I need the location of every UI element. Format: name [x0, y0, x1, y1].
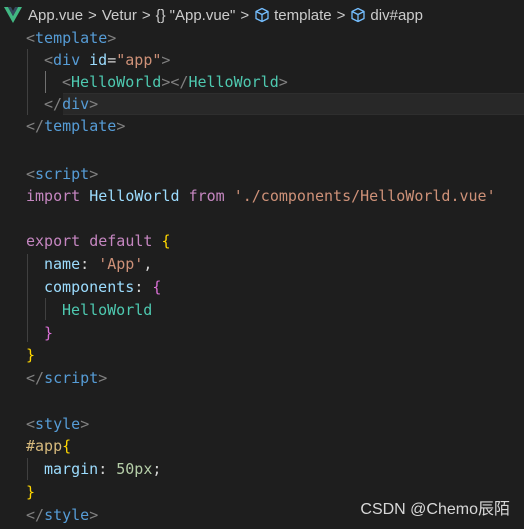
- code-line[interactable]: export default {: [26, 230, 171, 252]
- keyword: export: [26, 232, 81, 250]
- punctuation: :: [98, 460, 117, 478]
- punctuation: ,: [143, 255, 153, 273]
- tag-name: style: [35, 415, 81, 433]
- code-line[interactable]: components: {: [44, 276, 161, 298]
- breadcrumb-separator: >: [141, 6, 151, 24]
- code-line[interactable]: <script>: [26, 163, 98, 185]
- symbol-cube-icon: [350, 7, 366, 23]
- code-line[interactable]: }: [26, 481, 35, 503]
- punctuation: ;: [152, 460, 162, 478]
- tag-name: div: [62, 95, 90, 113]
- tag-bracket: >: [89, 165, 99, 183]
- css-value: 50px: [116, 460, 153, 478]
- indent-guide: [45, 298, 46, 320]
- indent-guide: [27, 458, 28, 480]
- code-line[interactable]: <template>: [26, 27, 116, 49]
- identifier: HelloWorld: [89, 187, 180, 205]
- string-literal: './components/HelloWorld.vue': [233, 187, 496, 205]
- tag-bracket: <: [62, 73, 72, 91]
- tag-bracket: </: [26, 369, 45, 387]
- component-tag: HelloWorld: [188, 73, 279, 91]
- string-literal: 'App': [98, 255, 144, 273]
- code-line[interactable]: HelloWorld: [62, 299, 152, 321]
- tag-name: template: [44, 117, 117, 135]
- breadcrumb-extension[interactable]: Vetur: [102, 7, 137, 24]
- code-line[interactable]: #app{: [26, 435, 71, 457]
- indent-guide: [27, 49, 28, 115]
- bracket: }: [26, 346, 36, 364]
- tag-bracket: </: [26, 506, 45, 524]
- code-line[interactable]: name: 'App',: [44, 253, 152, 275]
- code-line[interactable]: import HelloWorld from './components/Hel…: [26, 185, 496, 207]
- current-line-highlight: [63, 93, 524, 115]
- css-selector: #app: [26, 437, 63, 455]
- tag-bracket: </: [26, 117, 45, 135]
- tag-bracket: <: [26, 165, 36, 183]
- tag-bracket: >: [107, 29, 117, 47]
- indent-guide: [27, 254, 28, 342]
- keyword: default: [89, 232, 153, 250]
- breadcrumb-template[interactable]: template: [274, 7, 332, 24]
- breadcrumb-separator: >: [336, 6, 346, 24]
- code-editor[interactable]: <template> <div id="app"> <HelloWorld></…: [0, 27, 524, 529]
- code-line[interactable]: }: [26, 344, 35, 366]
- breadcrumb-file[interactable]: App.vue: [28, 7, 83, 24]
- attribute-value: "app": [116, 51, 162, 69]
- property-key: components: [44, 278, 135, 296]
- tag-name: style: [44, 506, 90, 524]
- indent-guide: [45, 71, 46, 93]
- bracket: {: [152, 278, 162, 296]
- breadcrumb-object[interactable]: "App.vue": [170, 7, 236, 24]
- tag-bracket: >: [89, 95, 99, 113]
- tag-name: template: [35, 29, 108, 47]
- vue-logo-icon: [4, 7, 22, 23]
- code-line[interactable]: </style>: [26, 504, 98, 526]
- code-line[interactable]: </template>: [26, 115, 125, 137]
- keyword: from: [188, 187, 225, 205]
- code-line[interactable]: <div id="app">: [44, 49, 170, 71]
- object-braces-icon: {}: [155, 6, 166, 24]
- bracket: {: [161, 232, 171, 250]
- code-line[interactable]: <HelloWorld></HelloWorld>: [62, 71, 288, 93]
- tag-bracket: <: [26, 29, 36, 47]
- tag-name: script: [35, 165, 90, 183]
- code-line[interactable]: <style>: [26, 413, 89, 435]
- css-property: margin: [44, 460, 99, 478]
- code-line[interactable]: </div>: [44, 93, 98, 115]
- bracket: }: [44, 324, 54, 342]
- symbol-cube-icon: [254, 7, 270, 23]
- code-line[interactable]: </script>: [26, 367, 107, 389]
- tag-bracket: >: [98, 369, 108, 387]
- tag-bracket: >: [161, 51, 171, 69]
- operator: =: [107, 51, 117, 69]
- tag-bracket: >: [116, 117, 126, 135]
- breadcrumb-separator: >: [88, 6, 97, 24]
- attribute-name: id: [89, 51, 108, 69]
- punctuation: :: [80, 255, 99, 273]
- identifier: HelloWorld: [62, 301, 153, 319]
- breadcrumb-separator: >: [240, 6, 250, 24]
- punctuation: :: [134, 278, 153, 296]
- tag-bracket: >: [89, 506, 99, 524]
- watermark: CSDN @Chemo辰陌: [360, 501, 510, 518]
- tag-name: script: [44, 369, 99, 387]
- tag-bracket: >: [80, 415, 90, 433]
- bracket: {: [62, 437, 72, 455]
- component-tag: HelloWorld: [71, 73, 162, 91]
- tag-bracket: >: [278, 73, 288, 91]
- code-line[interactable]: margin: 50px;: [44, 458, 161, 480]
- breadcrumb-div-app[interactable]: div#app: [370, 7, 423, 24]
- tag-bracket: <: [26, 415, 36, 433]
- tag-bracket: </: [44, 95, 63, 113]
- tag-name: div: [53, 51, 81, 69]
- tag-bracket: ></: [161, 73, 189, 91]
- tag-bracket: <: [44, 51, 54, 69]
- code-line[interactable]: }: [44, 322, 53, 344]
- bracket: }: [26, 483, 36, 501]
- keyword: import: [26, 187, 81, 205]
- property-key: name: [44, 255, 81, 273]
- breadcrumb: App.vue > Vetur > {} "App.vue" > templat…: [0, 0, 524, 30]
